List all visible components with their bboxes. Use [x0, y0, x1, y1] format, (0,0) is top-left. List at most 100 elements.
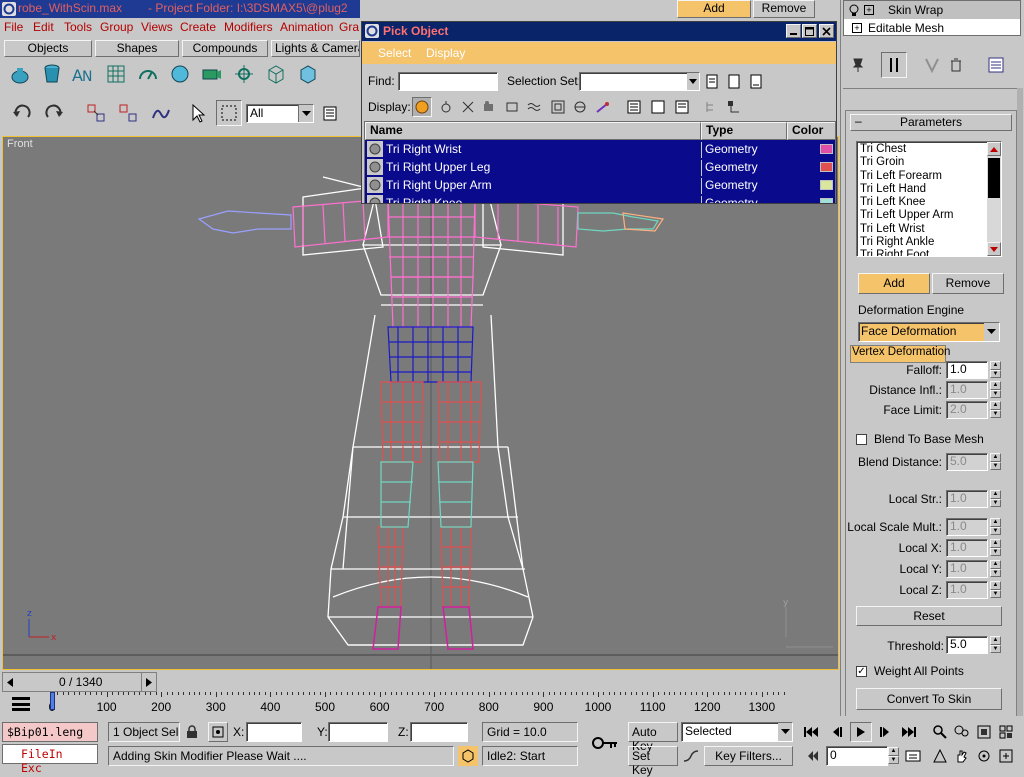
list-item[interactable]: Tri Left Forearm [860, 170, 998, 183]
face-limit-spinner[interactable]: ▲ ▼ [990, 401, 1001, 418]
next-frame-icon[interactable] [874, 722, 896, 742]
maximize-icon[interactable] [802, 24, 817, 38]
local-scale-mult-input[interactable]: 1.0 [946, 518, 988, 536]
lock-selection-icon[interactable] [182, 722, 202, 742]
scroll-down-icon[interactable] [987, 242, 1001, 256]
grid-icon[interactable] [104, 62, 128, 86]
list-item[interactable]: Tri Left Hand [860, 183, 998, 196]
helper-icon[interactable] [232, 62, 256, 86]
object-row[interactable]: Tri Right Upper Leg Geometry [365, 158, 835, 176]
cameras-filter-icon[interactable] [480, 97, 500, 117]
chevron-down-icon[interactable] [778, 723, 792, 741]
x-coordinate-input[interactable] [246, 722, 302, 742]
select-invert-icon[interactable] [672, 97, 692, 117]
chevron-down-icon[interactable] [984, 323, 999, 341]
scroll-thumb[interactable] [988, 158, 1000, 198]
expand-icon[interactable]: + [852, 23, 862, 33]
tab-lights-cameras[interactable]: Lights & Cameras [271, 40, 360, 57]
close-icon[interactable] [819, 24, 834, 38]
local-x-spinner[interactable]: ▲ ▼ [990, 539, 1001, 556]
remove-selection-set-icon[interactable] [748, 72, 766, 91]
stack-item-editable-mesh[interactable]: + Editable Mesh [844, 19, 1020, 37]
local-z-input[interactable]: 1.0 [946, 581, 988, 599]
helpers-filter-icon[interactable] [502, 97, 522, 117]
parameters-header[interactable]: – Parameters [850, 114, 1012, 131]
xrefs-filter-icon[interactable] [570, 97, 590, 117]
teapot-icon[interactable] [8, 62, 32, 86]
list-item[interactable]: Tri Left Wrist [860, 223, 998, 236]
go-to-start-icon[interactable] [800, 722, 822, 742]
current-frame-spinner[interactable]: ▲ ▼ [888, 747, 899, 764]
select-none-icon[interactable] [648, 97, 668, 117]
sphere-icon[interactable] [168, 62, 192, 86]
y-coordinate-input[interactable] [328, 722, 388, 742]
scroll-up-icon[interactable] [987, 142, 1001, 156]
zoom-all-icon[interactable] [952, 722, 972, 742]
stack-item-skin-wrap[interactable]: + Skin Wrap [844, 1, 1020, 19]
play-icon[interactable] [850, 722, 872, 742]
time-next-icon[interactable] [141, 673, 155, 691]
zoom-icon[interactable] [930, 722, 950, 742]
set-key-button[interactable]: Set Key [628, 746, 678, 777]
region-select-icon[interactable] [216, 100, 242, 126]
select-all-icon[interactable] [624, 97, 644, 117]
redo-icon[interactable] [42, 101, 66, 125]
field-of-view-icon[interactable] [930, 746, 950, 766]
reset-button[interactable]: Reset [856, 606, 1002, 626]
space-warps-filter-icon[interactable] [524, 97, 544, 117]
arc-rotate-icon[interactable] [974, 746, 994, 766]
time-cursor[interactable] [50, 692, 55, 710]
key-mode-toggle-icon[interactable] [804, 746, 822, 766]
tab-objects[interactable]: Objects [4, 40, 92, 57]
maxscript-listener-pink[interactable]: $Bip01.leng [2, 722, 98, 742]
lightbulb-icon[interactable] [848, 3, 860, 17]
convert-to-skin-button[interactable]: Convert To Skin [856, 688, 1002, 710]
geometry-filter-icon[interactable] [412, 97, 432, 117]
gauge-icon[interactable] [136, 62, 160, 86]
cylinder-icon[interactable] [40, 62, 64, 86]
expand-icon[interactable]: + [864, 5, 874, 15]
maximize-viewport-icon[interactable] [996, 746, 1016, 766]
chevron-down-icon[interactable] [687, 73, 699, 90]
selection-set-select[interactable] [579, 72, 700, 91]
local-str-input[interactable]: 1.0 [946, 490, 988, 508]
display-subtree-icon[interactable] [702, 97, 722, 117]
undo-icon[interactable] [10, 101, 34, 125]
object-row[interactable]: Tri Right Wrist Geometry [365, 140, 835, 158]
list-item[interactable]: Tri Left Upper Arm [860, 209, 998, 222]
menu-item-animation[interactable]: Animation [280, 20, 333, 34]
text-shape-icon[interactable]: AN [70, 62, 94, 86]
pin-stack-icon[interactable] [847, 54, 869, 76]
key-mode-select[interactable]: Selected [681, 722, 793, 742]
collapse-icon[interactable]: – [855, 114, 862, 128]
falloff-spinner[interactable]: ▲ ▼ [990, 361, 1001, 378]
select-arrow-icon[interactable] [186, 101, 210, 125]
tab-shapes[interactable]: Shapes [95, 40, 179, 57]
object-row[interactable]: Tri Right Knee Geometry [365, 194, 835, 203]
groups-filter-icon[interactable] [548, 97, 568, 117]
menu-item-create[interactable]: Create [180, 20, 216, 34]
object-row[interactable]: Tri Right Upper Arm Geometry [365, 176, 835, 194]
menu-item-edit[interactable]: Edit [33, 20, 54, 34]
zoom-extents-all-icon[interactable] [996, 722, 1016, 742]
falloff-input[interactable]: 1.0 [946, 361, 988, 379]
list-scrollbar[interactable] [987, 142, 1001, 256]
pick-object-title-bar[interactable]: Pick Object [362, 22, 836, 41]
camera-icon[interactable] [200, 62, 224, 86]
configure-sets-icon[interactable] [985, 54, 1007, 76]
link-icon[interactable] [84, 101, 108, 125]
new-selection-set-icon[interactable] [726, 72, 744, 91]
current-frame-input[interactable]: 0 [826, 746, 888, 766]
local-y-input[interactable]: 1.0 [946, 560, 988, 578]
blend-checkbox[interactable] [856, 434, 867, 445]
list-item[interactable]: Tri Chest [860, 143, 998, 156]
top-remove-button[interactable]: Remove [753, 0, 815, 18]
z-coordinate-input[interactable] [410, 722, 468, 742]
viewport-front[interactable]: Front z x y [2, 136, 839, 670]
time-prev-icon[interactable] [3, 673, 17, 691]
maxscript-listener-white[interactable]: FileIn Exc [2, 744, 98, 775]
menu-select[interactable]: Select [378, 46, 411, 60]
blend-distance-spinner[interactable]: ▲ ▼ [990, 453, 1001, 470]
local-str-spinner[interactable]: ▲ ▼ [990, 490, 1001, 507]
menu-item-file[interactable]: File [4, 20, 23, 34]
